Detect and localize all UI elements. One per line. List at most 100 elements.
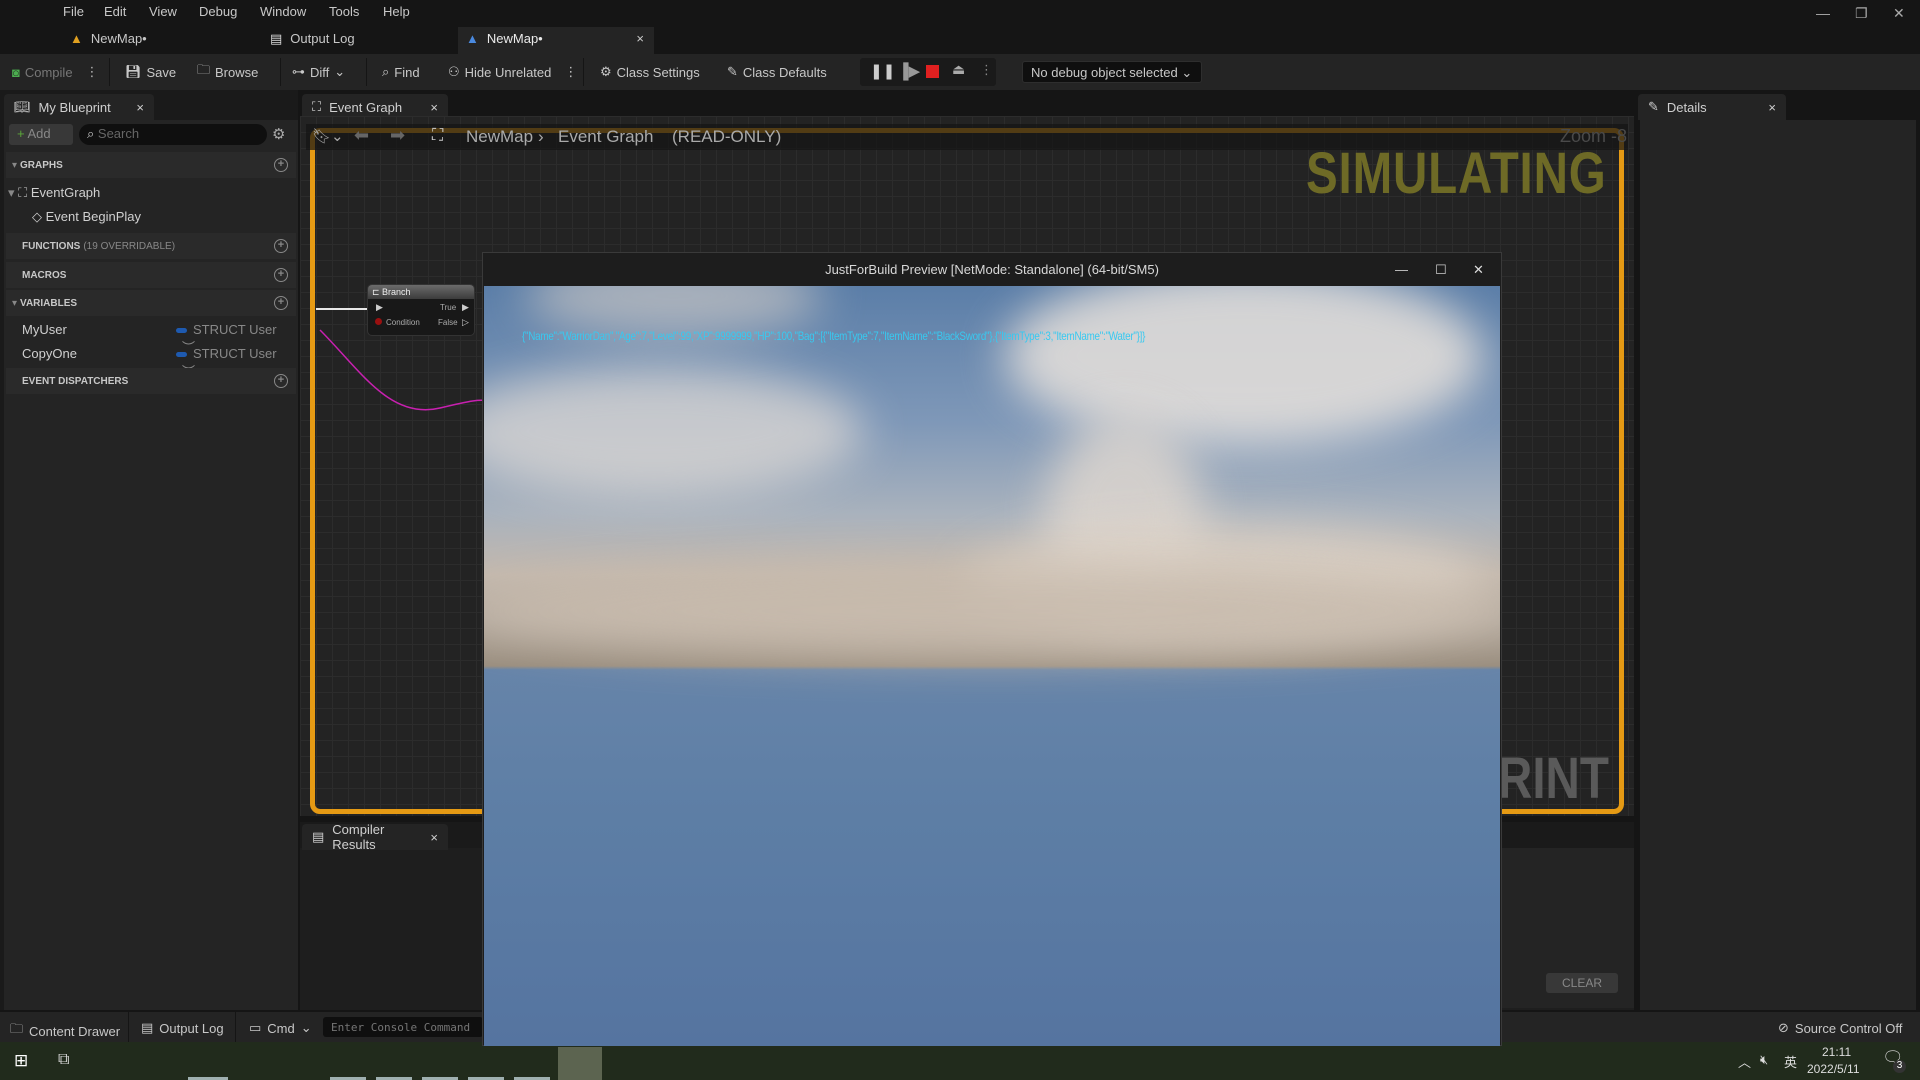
tab-details[interactable]: ✎ Details × xyxy=(1638,94,1786,120)
tab-label: Output Log xyxy=(290,31,355,46)
back-arrow-icon[interactable]: ⬅ xyxy=(354,125,369,146)
save-button[interactable]: 💾︎ Save xyxy=(125,62,176,82)
game-preview-window[interactable]: JustForBuild Preview [NetMode: Standalon… xyxy=(482,252,1502,1046)
add-graph-icon[interactable]: + xyxy=(274,158,288,172)
menu-help[interactable]: Help xyxy=(383,4,410,19)
tree-item-eventgraph[interactable]: ▾ ⛶ EventGraph xyxy=(8,185,100,201)
search-input[interactable]: ⌕ Search xyxy=(79,124,267,145)
add-function-icon[interactable]: + xyxy=(274,239,288,253)
tab-newmap-level[interactable]: ▲ NewMap• xyxy=(62,27,157,54)
section-event-dispatchers[interactable]: EVENT DISPATCHERS + xyxy=(6,368,296,394)
tab-label: Compiler Results xyxy=(332,822,385,852)
close-tab-icon[interactable]: × xyxy=(636,31,644,46)
close-tab-icon[interactable]: × xyxy=(1768,100,1776,115)
exec-false-pin-icon[interactable]: ▷ xyxy=(462,317,469,328)
cmd-dropdown[interactable]: ▭ Cmd ⌄ xyxy=(249,1020,312,1036)
section-graphs[interactable]: ▾ GRAPHS + xyxy=(6,152,296,178)
volume-muted-icon[interactable]: 🔇︎ xyxy=(1760,1052,1768,1068)
menu-debug[interactable]: Debug xyxy=(199,4,237,19)
tab-output-log[interactable]: ▤ Output Log xyxy=(262,27,365,54)
maximize-icon[interactable]: ☐ xyxy=(1435,253,1447,286)
tab-newmap-blueprint[interactable]: ▲ NewMap• × xyxy=(458,27,654,54)
more-options-icon[interactable]: ⋮ xyxy=(86,64,99,80)
separator xyxy=(235,1012,236,1042)
more-options-icon[interactable]: ⋮ xyxy=(980,62,993,78)
tray-expand-icon[interactable]: ︿ xyxy=(1738,1052,1751,1071)
forward-arrow-icon[interactable]: ➡ xyxy=(390,125,405,146)
menu-edit[interactable]: Edit xyxy=(104,4,126,19)
bookmark-icon[interactable]: 🔖︎⌄ xyxy=(312,127,344,145)
output-log-button[interactable]: ▤ Output Log xyxy=(141,1020,224,1036)
preview-title-bar[interactable]: JustForBuild Preview [NetMode: Standalon… xyxy=(483,253,1501,286)
clock-date[interactable]: 2022/5/11 xyxy=(1807,1062,1860,1076)
taskbar-app-active[interactable] xyxy=(558,1047,602,1080)
diff-button[interactable]: ⊶ Diff ⌄ xyxy=(292,62,345,82)
variable-myuser[interactable]: MyUser xyxy=(22,322,67,337)
branch-node[interactable]: ⊏ Branch ▶ True ▶ Condition False ▷ xyxy=(367,284,475,336)
find-button[interactable]: ⌕ Find xyxy=(382,62,420,82)
ime-indicator[interactable]: 英 xyxy=(1784,1052,1797,1071)
play-controls: ❚❚ ▐▶ ⏏ ⋮ xyxy=(860,58,996,86)
clock-time[interactable]: 21:11 xyxy=(1822,1045,1851,1059)
debug-object-select[interactable]: No debug object selected ⌄ xyxy=(1022,61,1202,83)
step-icon[interactable]: ▐▶ xyxy=(898,62,920,80)
simulating-watermark: SIMULATING xyxy=(1306,141,1607,206)
compile-label: Compile xyxy=(24,64,73,80)
false-pin-label: False xyxy=(438,318,458,327)
browse-button[interactable]: 🗀 Browse xyxy=(197,62,258,82)
class-defaults-button[interactable]: ✎ Class Defaults xyxy=(727,62,827,82)
log-icon: ▤ xyxy=(270,31,283,46)
menu-file[interactable]: File xyxy=(63,4,84,19)
content-drawer-button[interactable]: 🗀 Content Drawer xyxy=(10,1020,120,1042)
restore-icon[interactable]: ❐ xyxy=(1855,5,1868,22)
menu-window[interactable]: Window xyxy=(260,4,306,19)
eject-icon[interactable]: ⏏ xyxy=(952,61,965,78)
close-tab-icon[interactable]: × xyxy=(430,830,438,845)
minimize-icon[interactable]: — xyxy=(1816,5,1830,21)
hide-unrelated-button[interactable]: ⚇ Hide Unrelated ⋮ xyxy=(448,62,577,82)
task-view-icon[interactable]: ⧉ xyxy=(58,1051,69,1069)
breadcrumb-event-graph[interactable]: Event Graph xyxy=(558,127,653,147)
exec-in-pin-icon[interactable]: ▶ xyxy=(376,302,383,313)
compile-button[interactable]: ◙ Compile ⋮ xyxy=(12,62,99,82)
variable-name: MyUser xyxy=(22,322,67,337)
menu-tools[interactable]: Tools xyxy=(329,4,359,19)
settings-gear-icon[interactable]: ⚙ xyxy=(272,125,285,143)
tab-my-blueprint[interactable]: 📖︎ My Blueprint × xyxy=(4,94,154,120)
source-control-button[interactable]: ⊘ Source Control Off xyxy=(1778,1020,1902,1036)
game-viewport[interactable]: {"Name":"WarriorDan","Age":7,"Level":99,… xyxy=(484,286,1500,1046)
blueprint-icon: ▲ xyxy=(466,31,479,46)
source-control-off-icon: ⊘ xyxy=(1778,1020,1789,1035)
close-icon[interactable]: ✕ xyxy=(1893,5,1905,22)
close-tab-icon[interactable]: × xyxy=(136,100,144,115)
section-functions[interactable]: FUNCTIONS (19 OVERRIDABLE) + xyxy=(6,233,296,259)
more-options-icon[interactable]: ⋮ xyxy=(564,64,577,80)
pause-icon[interactable]: ❚❚ xyxy=(870,62,895,80)
clear-button[interactable]: CLEAR xyxy=(1546,973,1618,993)
windows-start-icon[interactable]: ⊞ xyxy=(14,1051,28,1071)
close-icon[interactable]: ✕ xyxy=(1473,253,1484,286)
stop-icon[interactable] xyxy=(926,65,939,78)
log-icon: ▤ xyxy=(312,829,325,844)
tree-item-event-beginplay[interactable]: ◇ Event BeginPlay xyxy=(32,209,141,225)
close-tab-icon[interactable]: × xyxy=(430,100,438,115)
menu-view[interactable]: View xyxy=(149,4,177,19)
add-macro-icon[interactable]: + xyxy=(274,268,288,282)
section-macros[interactable]: MACROS + xyxy=(6,262,296,288)
variable-copyone[interactable]: CopyOne xyxy=(22,346,77,361)
condition-pin-icon[interactable] xyxy=(375,318,382,325)
class-settings-button[interactable]: ⚙ Class Settings xyxy=(600,62,700,82)
breadcrumb-newmap[interactable]: NewMap xyxy=(466,127,533,147)
console-command-input[interactable] xyxy=(323,1017,483,1037)
struct-pin-icon xyxy=(176,328,187,334)
minimize-icon[interactable]: — xyxy=(1395,253,1408,286)
add-variable-icon[interactable]: + xyxy=(274,296,288,310)
exec-true-pin-icon[interactable]: ▶ xyxy=(462,302,469,313)
add-button[interactable]: + Add xyxy=(9,124,73,145)
section-variables[interactable]: ▾ VARIABLES + xyxy=(6,290,296,316)
expand-arrow-icon: ▾ xyxy=(12,297,18,309)
add-dispatcher-icon[interactable]: + xyxy=(274,374,288,388)
tab-compiler-results[interactable]: ▤ Compiler Results × xyxy=(302,822,448,852)
separator xyxy=(366,58,367,86)
tab-label: Details xyxy=(1666,99,1707,115)
